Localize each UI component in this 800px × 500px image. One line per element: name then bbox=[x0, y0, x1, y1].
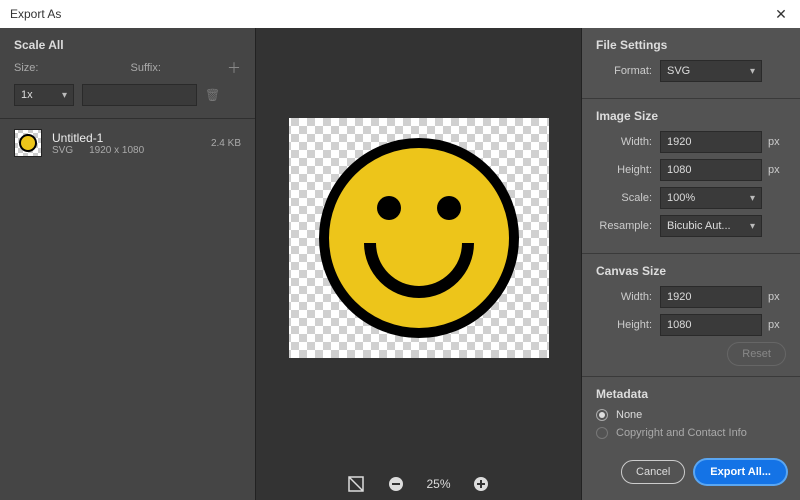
suffix-input[interactable] bbox=[82, 84, 197, 106]
img-scale-select[interactable]: 100%▾ bbox=[660, 187, 762, 209]
window-title: Export As bbox=[10, 7, 61, 21]
img-height-label: Height: bbox=[596, 164, 652, 176]
canvas-size-title: Canvas Size bbox=[596, 260, 786, 286]
canvas-size-section: Canvas Size Width: 1920 px Height: 1080 … bbox=[582, 254, 800, 377]
scale-labels: Size: Suffix: ＋ bbox=[0, 58, 255, 84]
preview-image bbox=[319, 138, 519, 338]
chevron-down-icon: ▾ bbox=[750, 66, 755, 77]
chevron-down-icon: ▾ bbox=[62, 90, 67, 101]
image-size-section: Image Size Width: 1920 px Height: 1080 p… bbox=[582, 99, 800, 254]
metadata-copyright-label: Copyright and Contact Info bbox=[616, 427, 747, 439]
size-label: Size: bbox=[14, 62, 38, 74]
zoom-value: 25% bbox=[426, 477, 450, 491]
img-width-label: Width: bbox=[596, 136, 652, 148]
left-panel: Scale All Size: Suffix: ＋ 1x ▾ 🗑 Untitle… bbox=[0, 28, 255, 500]
file-thumbnail bbox=[14, 129, 42, 157]
dialog-content: Scale All Size: Suffix: ＋ 1x ▾ 🗑 Untitle… bbox=[0, 28, 800, 500]
dialog-footer: Cancel Export All... bbox=[582, 455, 800, 489]
reset-button[interactable]: Reset bbox=[727, 342, 786, 366]
chevron-down-icon: ▾ bbox=[750, 193, 755, 204]
format-value: SVG bbox=[667, 65, 690, 77]
preview-canvas bbox=[289, 118, 549, 358]
format-label: Format: bbox=[596, 65, 652, 77]
canvas-width-input[interactable]: 1920 bbox=[660, 286, 762, 308]
file-dimensions: 1920 x 1080 bbox=[89, 145, 144, 156]
size-select[interactable]: 1x ▾ bbox=[14, 84, 74, 106]
canvas-height-input[interactable]: 1080 bbox=[660, 314, 762, 336]
scale-all-title: Scale All bbox=[0, 28, 255, 58]
divider bbox=[0, 118, 255, 119]
zoom-in-icon[interactable] bbox=[471, 474, 491, 494]
radio-icon bbox=[596, 409, 608, 421]
resample-select[interactable]: Bicubic Aut...▾ bbox=[660, 215, 762, 237]
px-unit: px bbox=[768, 319, 786, 331]
img-height-input[interactable]: 1080 bbox=[660, 159, 762, 181]
size-value: 1x bbox=[21, 89, 33, 101]
close-icon[interactable]: ✕ bbox=[770, 6, 792, 23]
aspect-toggle-icon[interactable] bbox=[346, 474, 366, 494]
scale-row: 1x ▾ 🗑 bbox=[0, 84, 255, 116]
preview-toolbar: 25% bbox=[346, 474, 490, 494]
px-unit: px bbox=[768, 136, 786, 148]
metadata-none-radio[interactable]: None bbox=[596, 409, 786, 421]
metadata-none-label: None bbox=[616, 409, 642, 421]
file-format: SVG bbox=[52, 145, 73, 156]
file-size: 2.4 KB bbox=[211, 138, 241, 149]
preview-panel: 25% bbox=[255, 28, 582, 500]
file-name: Untitled-1 bbox=[52, 131, 201, 145]
trash-icon[interactable]: 🗑 bbox=[205, 88, 220, 102]
add-size-icon[interactable]: ＋ bbox=[227, 58, 241, 78]
image-size-title: Image Size bbox=[596, 105, 786, 131]
metadata-section: Metadata None Copyright and Contact Info bbox=[582, 377, 800, 455]
title-bar: Export As ✕ bbox=[0, 0, 800, 28]
radio-icon bbox=[596, 427, 608, 439]
img-scale-label: Scale: bbox=[596, 192, 652, 204]
file-list-item[interactable]: Untitled-1 SVG 1920 x 1080 2.4 KB bbox=[0, 121, 255, 165]
chevron-down-icon: ▾ bbox=[750, 221, 755, 232]
file-info: Untitled-1 SVG 1920 x 1080 bbox=[52, 131, 201, 156]
zoom-out-icon[interactable] bbox=[386, 474, 406, 494]
px-unit: px bbox=[768, 164, 786, 176]
file-settings-title: File Settings bbox=[596, 34, 786, 60]
file-settings-section: File Settings Format: SVG ▾ bbox=[582, 28, 800, 99]
px-unit: px bbox=[768, 291, 786, 303]
img-width-input[interactable]: 1920 bbox=[660, 131, 762, 153]
export-all-button[interactable]: Export All... bbox=[695, 460, 786, 484]
canvas-width-label: Width: bbox=[596, 291, 652, 303]
canvas-height-label: Height: bbox=[596, 319, 652, 331]
right-panel: File Settings Format: SVG ▾ Image Size W… bbox=[582, 28, 800, 500]
resample-label: Resample: bbox=[596, 220, 652, 232]
cancel-button[interactable]: Cancel bbox=[621, 460, 685, 484]
suffix-label: Suffix: bbox=[131, 62, 161, 74]
format-select[interactable]: SVG ▾ bbox=[660, 60, 762, 82]
metadata-title: Metadata bbox=[596, 383, 786, 409]
metadata-copyright-radio[interactable]: Copyright and Contact Info bbox=[596, 427, 786, 439]
